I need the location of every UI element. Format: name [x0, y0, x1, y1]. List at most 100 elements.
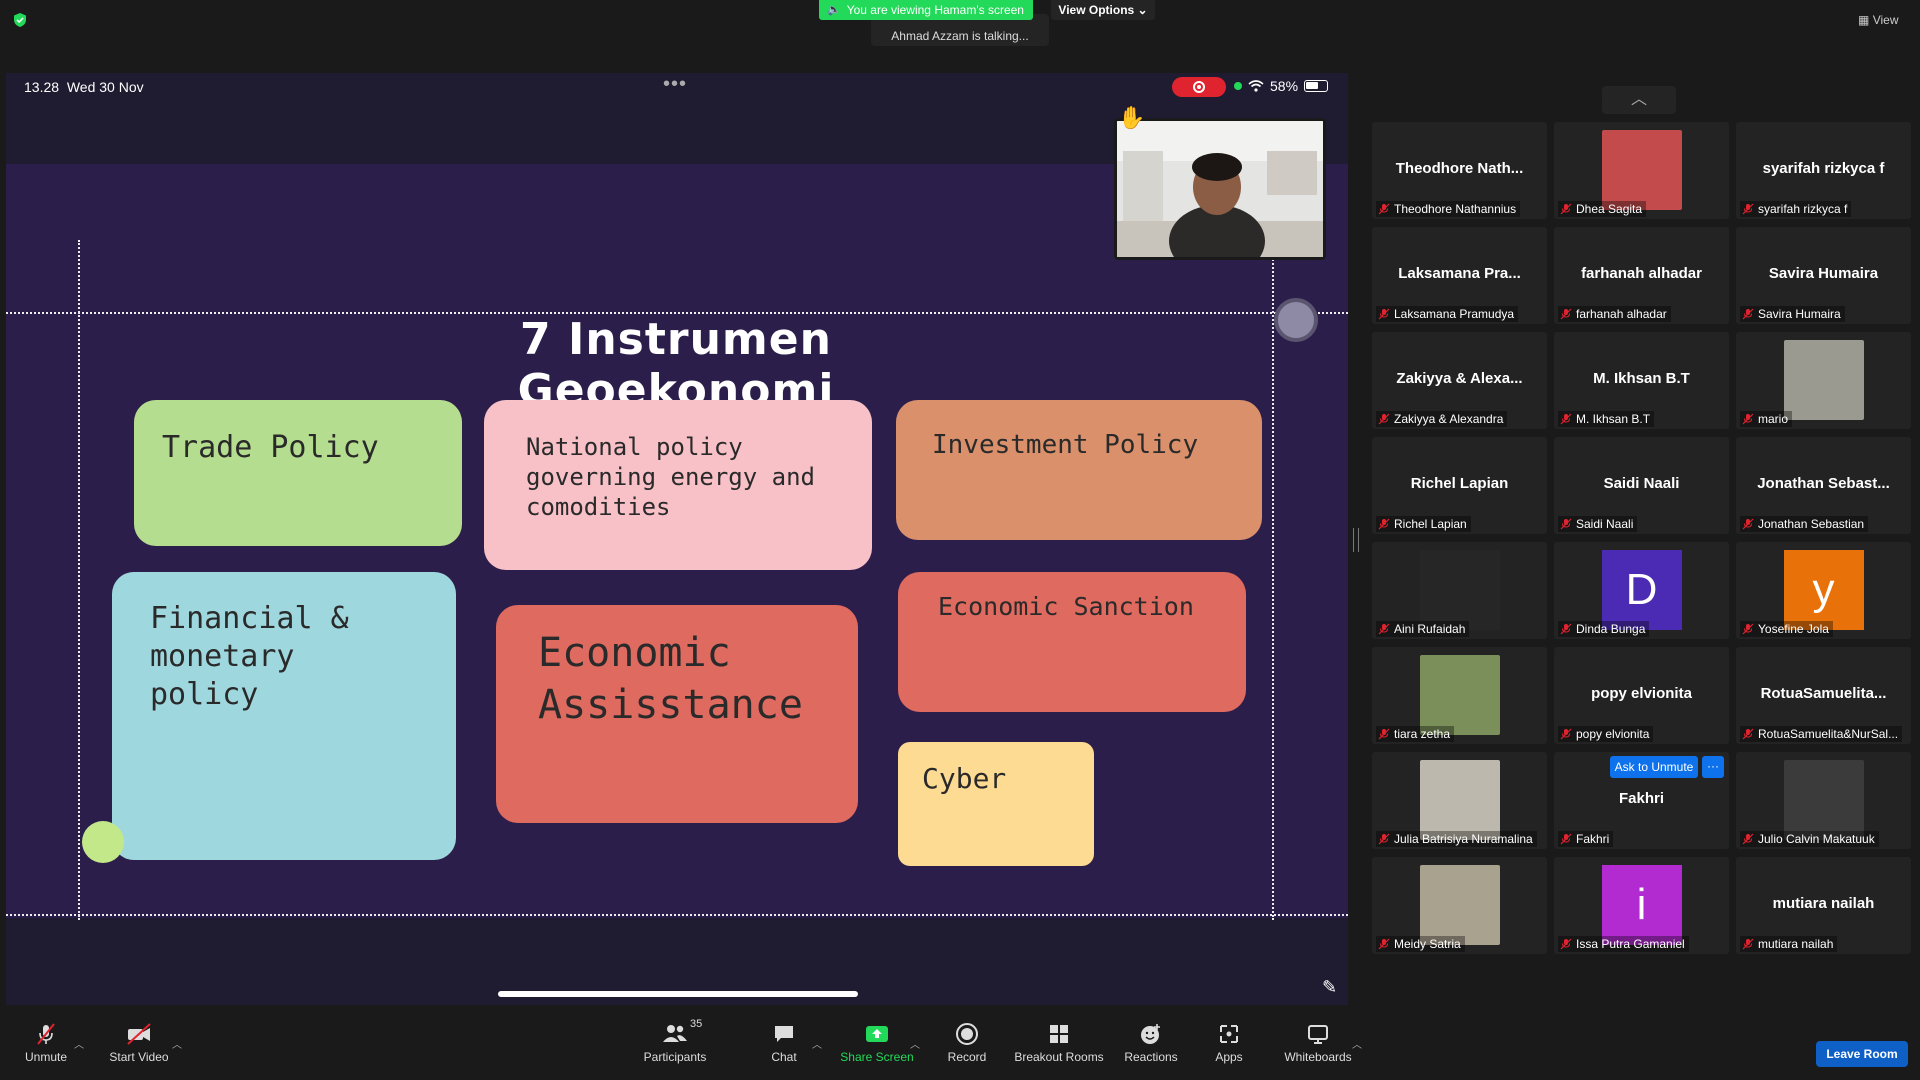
participant-tile[interactable]: Zakiyya & Alexa... Zakiyya & Alexandra [1372, 332, 1547, 429]
view-options-button[interactable]: View Options ⌄ [1051, 0, 1155, 20]
participant-video [1601, 130, 1682, 210]
participant-name-label: Laksamana Pramudya [1376, 306, 1519, 322]
mic-muted-icon [1742, 308, 1754, 320]
participant-tile[interactable]: Julia Batrisiya Nuramalina [1372, 752, 1547, 849]
chat-icon [775, 1026, 793, 1042]
participants-button[interactable]: 35 Participants [640, 1018, 710, 1064]
participant-name: Dhea Sagita [1576, 202, 1643, 216]
mic-muted-icon [1742, 728, 1754, 740]
participant-tile[interactable]: tiara zetha [1372, 647, 1547, 744]
participant-name-label: Dhea Sagita [1558, 201, 1647, 217]
tile-more-options-button[interactable]: ··· [1702, 756, 1724, 778]
chat-options-caret[interactable]: ︿ [812, 1036, 822, 1051]
video-options-caret[interactable]: ︿ [172, 1036, 182, 1051]
card-trade-policy: Trade Policy [134, 400, 462, 546]
participant-tile[interactable]: Dhea Sagita [1554, 122, 1729, 219]
participant-tile[interactable]: Aini Rufaidah [1372, 542, 1547, 639]
mic-muted-icon [1378, 623, 1390, 635]
chat-button[interactable]: Chat [766, 1022, 802, 1064]
view-button[interactable]: ▦ View [1858, 10, 1914, 30]
card-investment-policy: Investment Policy [896, 400, 1262, 540]
participant-name-label: Meidy Satria [1376, 936, 1465, 952]
mic-muted-icon [1378, 833, 1390, 845]
mic-muted-icon [1742, 518, 1754, 530]
breakout-rooms-label: Breakout Rooms [1014, 1050, 1104, 1064]
share-screen-button[interactable]: Share Screen [840, 1022, 914, 1064]
participant-tile[interactable]: Richel Lapian Richel Lapian [1372, 437, 1547, 534]
guide-line [6, 914, 1348, 916]
participant-video [1783, 760, 1864, 840]
participant-name-label: Julio Calvin Makatuuk [1740, 831, 1879, 847]
participant-name-label: Aini Rufaidah [1376, 621, 1470, 637]
unmute-label: Unmute [24, 1050, 68, 1064]
card-national-policy: National policy governing energy and com… [484, 400, 872, 570]
participant-video [1419, 760, 1500, 840]
participant-name-label: mutiara nailah [1740, 936, 1838, 952]
participant-name: syarifah rizkyca f [1758, 202, 1848, 216]
participant-tile[interactable]: RotuaSamuelita... RotuaSamuelita&NurSal..… [1736, 647, 1911, 744]
participant-name-label: Issa Putra Gamaniel [1558, 936, 1689, 952]
mic-muted-icon [1560, 308, 1572, 320]
unmute-button[interactable]: Unmute [18, 1022, 74, 1064]
whiteboards-button[interactable]: Whiteboards [1282, 1022, 1354, 1064]
security-shield-icon[interactable] [12, 12, 28, 28]
start-video-button[interactable]: Start Video [104, 1022, 174, 1064]
breakout-rooms-button[interactable]: Breakout Rooms [1012, 1022, 1106, 1064]
raised-hand-icon: ✋ [1118, 105, 1146, 130]
participants-label: Participants [643, 1050, 707, 1064]
apps-icon [1220, 1025, 1238, 1043]
apps-button[interactable]: Apps [1212, 1022, 1246, 1064]
participant-name-label: Savira Humaira [1740, 306, 1845, 322]
participant-name-label: Richel Lapian [1376, 516, 1471, 532]
screen-recording-icon [1172, 77, 1226, 97]
ask-to-unmute-button[interactable]: Ask to Unmute [1610, 756, 1698, 778]
participant-video [1419, 655, 1500, 735]
participant-tile[interactable]: mario [1736, 332, 1911, 429]
guide-line [1272, 240, 1274, 920]
participant-tile[interactable]: Savira Humaira Savira Humaira [1736, 227, 1911, 324]
speaker-video-thumbnail[interactable] [1114, 118, 1326, 260]
viewing-screen-banner: 🔈 You are viewing Hamam's screen [819, 0, 1033, 20]
whiteboard-options-caret[interactable]: ︿ [1352, 1036, 1362, 1051]
participant-tile[interactable]: Julio Calvin Makatuuk [1736, 752, 1911, 849]
participant-tile[interactable]: popy elvionita popy elvionita [1554, 647, 1729, 744]
annotate-pencil-icon[interactable]: ✎ [1322, 977, 1344, 999]
mic-muted-icon [1560, 518, 1572, 530]
participant-tile[interactable]: Meidy Satria [1372, 857, 1547, 954]
gallery-scroll-up-button[interactable]: ︿ [1602, 86, 1676, 114]
participant-tile[interactable]: y Yosefine Jola [1736, 542, 1911, 639]
whiteboard-icon [1308, 1025, 1328, 1044]
participant-display-name: Richel Lapian [1410, 475, 1509, 492]
card-cyber: Cyber [898, 742, 1094, 866]
participant-tile[interactable]: D Dinda Bunga [1554, 542, 1729, 639]
participant-tile[interactable]: Jonathan Sebast... Jonathan Sebastian [1736, 437, 1911, 534]
assistive-touch-icon[interactable] [1274, 298, 1318, 342]
reactions-button[interactable]: Reactions [1124, 1022, 1178, 1064]
participant-display-name: Saidi Naali [1603, 475, 1680, 492]
participant-name-label: Julia Batrisiya Nuramalina [1376, 831, 1537, 847]
participant-tile[interactable]: farhanah alhadar farhanah alhadar [1554, 227, 1729, 324]
participant-name: Saidi Naali [1576, 517, 1634, 531]
participant-tile[interactable]: mutiara nailah mutiara nailah [1736, 857, 1911, 954]
participant-display-name: farhanah alhadar [1581, 265, 1702, 282]
participant-tile[interactable]: M. Ikhsan B.T M. Ikhsan B.T [1554, 332, 1729, 429]
participant-tile[interactable]: Saidi Naali Saidi Naali [1554, 437, 1729, 534]
participant-name: Zakiyya & Alexandra [1394, 412, 1504, 426]
leave-room-button[interactable]: Leave Room [1816, 1041, 1908, 1067]
participant-tile[interactable]: Theodhore Nath... Theodhore Nathannius [1372, 122, 1547, 219]
participant-tile[interactable]: Laksamana Pra... Laksamana Pramudya [1372, 227, 1547, 324]
record-label: Record [947, 1050, 987, 1064]
participant-tile[interactable]: syarifah rizkyca f syarifah rizkyca f [1736, 122, 1911, 219]
participant-tile[interactable]: i Issa Putra Gamaniel [1554, 857, 1729, 954]
participant-name: Yosefine Jola [1758, 622, 1829, 636]
share-options-caret[interactable]: ︿ [910, 1036, 920, 1051]
record-button[interactable]: Record [946, 1022, 988, 1064]
more-dots-icon: ••• [663, 73, 688, 95]
participant-name-label: mario [1740, 411, 1793, 427]
participant-name-label: Theodhore Nathannius [1376, 201, 1521, 217]
card-economic-sanction: Economic Sanction [898, 572, 1246, 712]
mic-muted-icon [1742, 833, 1754, 845]
panel-resize-handle[interactable] [1353, 528, 1359, 552]
participant-name-label: tiara zetha [1376, 726, 1455, 742]
audio-options-caret[interactable]: ︿ [74, 1036, 84, 1051]
